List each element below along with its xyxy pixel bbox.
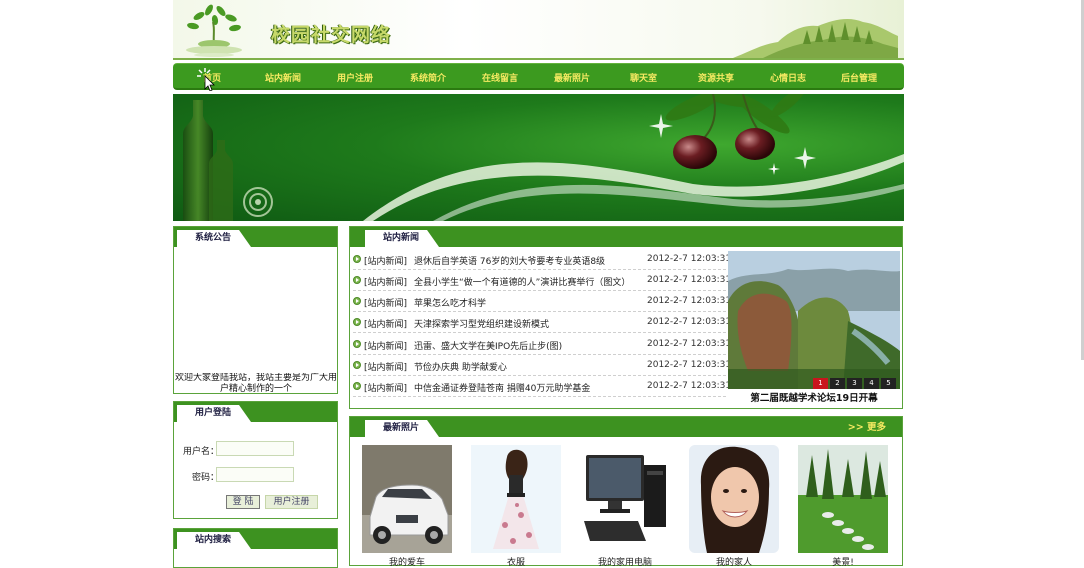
slideshow-image[interactable] (728, 251, 900, 389)
nav-item-chatroom[interactable]: 聊天室 (630, 71, 657, 84)
news-date: 2012-2-7 12:03:31 (647, 360, 732, 370)
news-row[interactable]: [站内新闻] 苹果怎么吃才科学 2012-2-7 12:03:31 (353, 291, 731, 312)
arrow-bullet-icon (353, 340, 361, 348)
main-nav: 首页 站内新闻 用户注册 系统简介 在线留言 最新照片 聊天室 资源共享 心情日… (173, 63, 904, 91)
slide-page-button[interactable]: 5 (881, 378, 896, 389)
page: 校园社交网络 首页 站内新闻 用户注册 系统简介 在线留言 最新照片 聊天室 资… (173, 0, 904, 568)
login-title: 用户登陆 (177, 405, 251, 422)
news-row[interactable]: [站内新闻] 节俭办庆典 助学献爱心 2012-2-7 12:03:31 (353, 355, 731, 376)
photo-caption[interactable]: 美景! (798, 555, 888, 568)
photos-panel: 最新照片 >> 更多 我的爱车 衣服 我的家用电脑 我的家人 美景! (349, 416, 903, 568)
username-label: 用户名： (183, 447, 220, 457)
news-date: 2012-2-7 12:03:31 (647, 275, 732, 285)
news-category: [站内新闻] (364, 342, 408, 352)
username-field[interactable] (216, 441, 294, 456)
news-link[interactable]: 退休后自学英语 76岁的刘大爷要考专业英语8级 (414, 254, 605, 267)
car-photo-image (362, 445, 452, 553)
leaf-logo-icon (186, 4, 242, 57)
slide-page-button[interactable]: 1 (813, 378, 828, 389)
photo-car[interactable] (362, 445, 452, 553)
news-link[interactable]: 中信金通证券登陆苍南 捐赠40万元助学基金 (414, 381, 590, 394)
news-row[interactable]: [站内新闻] 全县小学生“做一个有道德的人”演讲比赛举行（图文） 2012-2-… (353, 270, 731, 291)
photos-title: 最新照片 (365, 420, 439, 437)
news-date: 2012-2-7 12:03:31 (647, 381, 732, 391)
news-category: [站内新闻] (364, 278, 408, 288)
photo-scenery[interactable] (798, 445, 888, 553)
nav-item-resources[interactable]: 资源共享 (698, 71, 734, 84)
news-category: [站内新闻] (364, 384, 408, 394)
news-category: [站内新闻] (364, 363, 408, 373)
news-date: 2012-2-7 12:03:31 (647, 339, 732, 349)
computer-photo-image (580, 445, 670, 553)
banner-artwork (183, 94, 904, 221)
search-panel: 站内搜索 (173, 528, 338, 568)
nav-item-message[interactable]: 在线留言 (482, 71, 518, 84)
scenery-photo-image (798, 445, 888, 553)
news-link[interactable]: 节俭办庆典 助学献爱心 (414, 360, 507, 373)
password-label: 密码： (192, 473, 220, 483)
notice-text: 欢迎大家登陆我站，我站主要是为广大用户精心制作的一个 (174, 373, 337, 393)
nav-item-intro[interactable]: 系统简介 (410, 71, 446, 84)
nav-item-admin[interactable]: 后台管理 (841, 71, 877, 84)
photo-clothes[interactable] (471, 445, 561, 553)
news-link[interactable]: 苹果怎么吃才科学 (414, 296, 486, 309)
news-header: 站内新闻 (350, 227, 902, 247)
photos-header: 最新照片 >> 更多 (350, 417, 902, 437)
login-panel: 用户登陆 用户名： 密码： 登 陆 用户注册 (173, 401, 338, 519)
password-field[interactable] (216, 467, 294, 482)
news-category: [站内新闻] (364, 320, 408, 330)
news-panel: 站内新闻 [站内新闻] 退休后自学英语 76岁的刘大爷要考专业英语8级 2012… (349, 226, 903, 409)
banner-image (173, 94, 904, 221)
nav-item-register[interactable]: 用户注册 (337, 71, 373, 84)
news-link[interactable]: 天津探索学习型党组织建设新模式 (414, 317, 549, 330)
slide-page-button[interactable]: 4 (864, 378, 879, 389)
news-date: 2012-2-7 12:03:31 (647, 254, 732, 264)
news-category: [站内新闻] (364, 257, 408, 267)
slide-page-button[interactable]: 2 (830, 378, 845, 389)
news-row[interactable]: [站内新闻] 中信金通证券登陆苍南 捐赠40万元助学基金 2012-2-7 12… (353, 376, 731, 397)
more-photos-link[interactable]: >> 更多 (848, 419, 886, 433)
news-row[interactable]: [站内新闻] 迅雷、盛大文学在美IPO先后止步(图) 2012-2-7 12:0… (353, 334, 731, 355)
news-category: [站内新闻] (364, 299, 408, 309)
news-date: 2012-2-7 12:03:31 (647, 296, 732, 306)
site-header: 校园社交网络 (173, 0, 904, 60)
news-date: 2012-2-7 12:03:31 (647, 317, 732, 327)
arrow-bullet-icon (353, 361, 361, 369)
login-button[interactable]: 登 陆 (226, 495, 260, 509)
mountain-landscape-image (728, 251, 900, 389)
nav-item-diary[interactable]: 心情日志 (770, 71, 806, 84)
photo-caption[interactable]: 我的家用电脑 (580, 555, 670, 568)
news-title: 站内新闻 (365, 230, 439, 247)
dress-photo-image (471, 445, 561, 553)
search-header: 站内搜索 (174, 529, 337, 549)
news-link[interactable]: 迅雷、盛大文学在美IPO先后止步(图) (414, 339, 562, 352)
nav-item-news[interactable]: 站内新闻 (265, 71, 301, 84)
arrow-bullet-icon (353, 297, 361, 305)
photo-caption[interactable]: 我的家人 (689, 555, 779, 568)
register-button[interactable]: 用户注册 (265, 495, 318, 509)
arrow-bullet-icon (353, 276, 361, 284)
slide-page-button[interactable]: 3 (847, 378, 862, 389)
notice-title: 系统公告 (177, 230, 251, 247)
slideshow-caption[interactable]: 第二届既越学术论坛19日开幕 (728, 390, 900, 404)
login-header: 用户登陆 (174, 402, 337, 422)
search-title: 站内搜索 (177, 532, 251, 549)
news-link[interactable]: 全县小学生“做一个有道德的人”演讲比赛举行（图文） (414, 275, 630, 288)
notice-panel: 系统公告 欢迎大家登陆我站，我站主要是为广大用户精心制作的一个 (173, 226, 338, 394)
portrait-photo-image (689, 445, 779, 553)
mouse-cursor-icon (197, 68, 215, 91)
arrow-bullet-icon (353, 318, 361, 326)
site-title: 校园社交网络 (271, 24, 392, 46)
arrow-bullet-icon (353, 382, 361, 390)
news-row[interactable]: [站内新闻] 退休后自学英语 76岁的刘大爷要考专业英语8级 2012-2-7 … (353, 249, 731, 270)
photo-caption[interactable]: 我的爱车 (362, 555, 452, 568)
news-row[interactable]: [站内新闻] 天津探索学习型党组织建设新模式 2012-2-7 12:03:31 (353, 312, 731, 333)
arrow-bullet-icon (353, 255, 361, 263)
photo-computer[interactable] (580, 445, 670, 553)
hills-decoration (733, 19, 898, 58)
photo-family[interactable] (689, 445, 779, 553)
notice-header: 系统公告 (174, 227, 337, 247)
photo-caption[interactable]: 衣服 (471, 555, 561, 568)
nav-item-photos[interactable]: 最新照片 (554, 71, 590, 84)
